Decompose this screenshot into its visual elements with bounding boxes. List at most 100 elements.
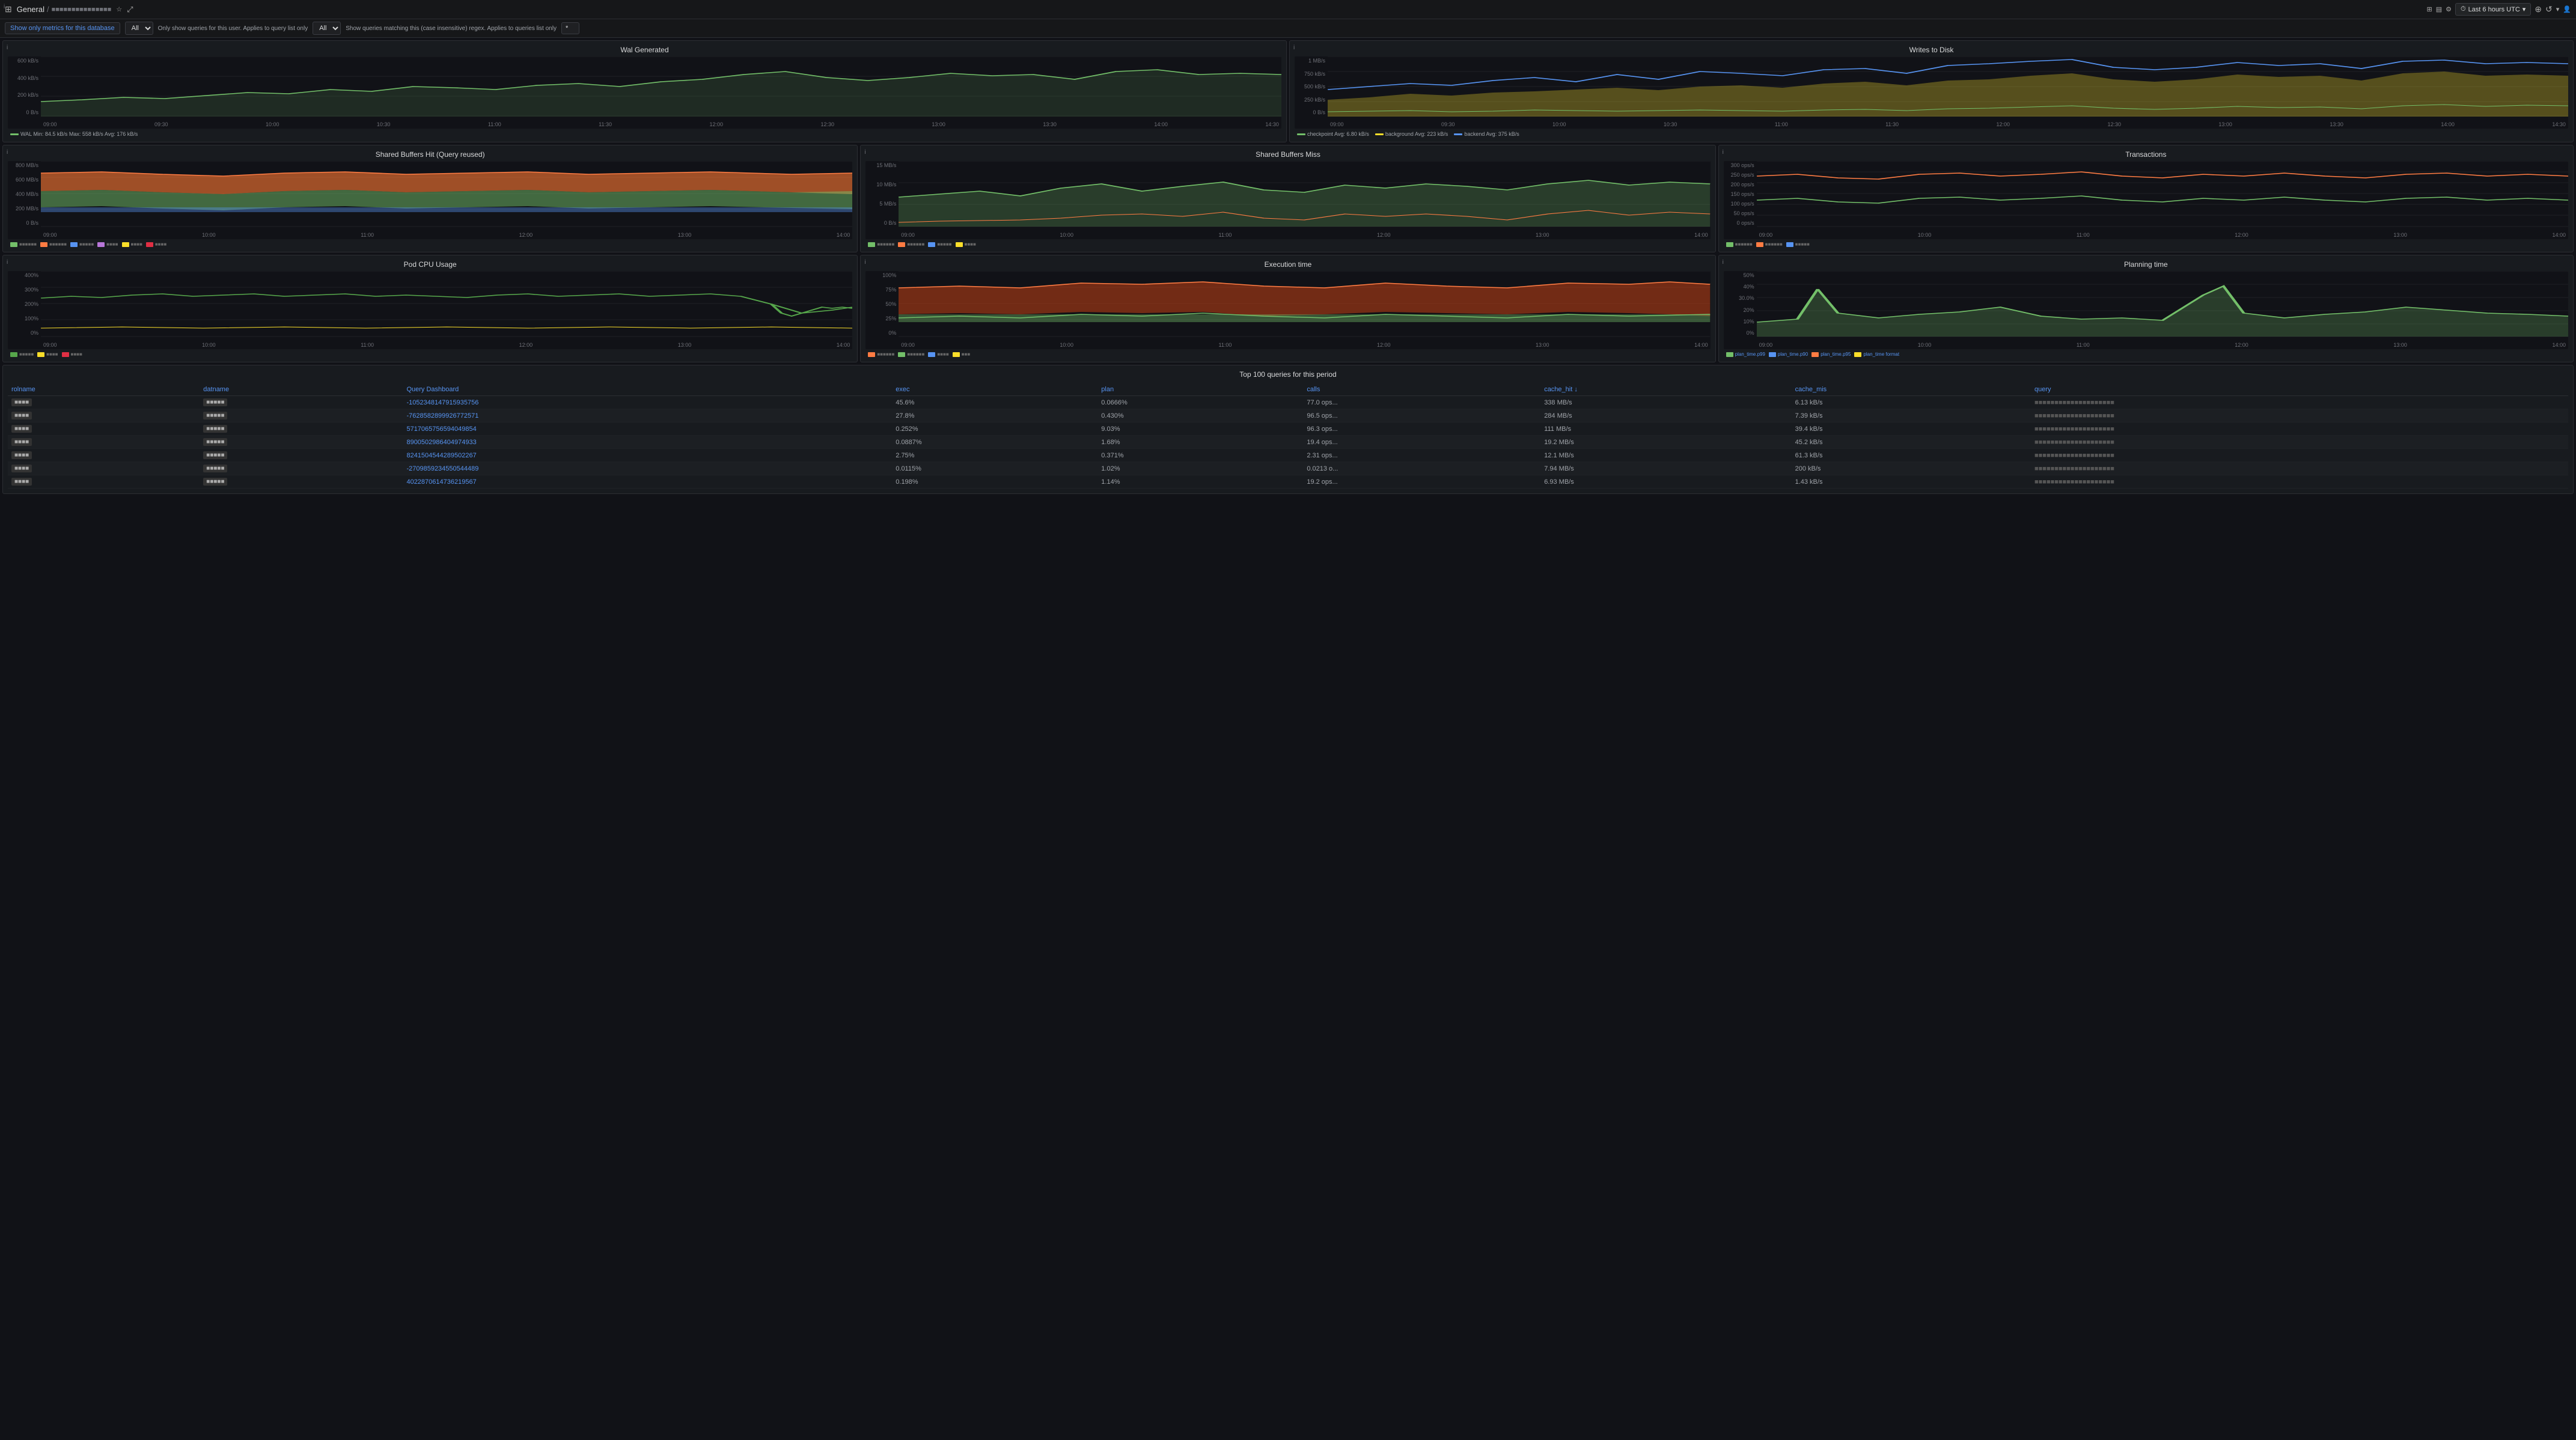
cell-rolname: ■■■■ (8, 423, 200, 436)
col-exec[interactable]: exec (892, 383, 1097, 396)
tx-y-axis: 300 ops/s 250 ops/s 200 ops/s 150 ops/s … (1724, 161, 1757, 227)
cell-exec: 2.75% (892, 449, 1097, 462)
cell-rolname: ■■■■ (8, 475, 200, 489)
sbm-x-axis: 09:0010:0011:0012:0013:0014:00 (899, 231, 1710, 239)
cell-query-id[interactable]: -1052348147915935756 (403, 396, 892, 409)
cell-datname: ■■■■■ (200, 423, 403, 436)
shared-buffers-hit-panel: i Shared Buffers Hit (Query reused) 800 … (2, 145, 858, 252)
time-range-button[interactable]: ⏱ Last 6 hours UTC ▾ (2455, 3, 2531, 16)
cell-plan: 0.371% (1097, 449, 1303, 462)
sbh-x-axis: 09:0010:0011:0012:0013:0014:00 (41, 231, 852, 239)
writes-x-axis: 09:0009:3010:0010:3011:00 11:3012:0012:3… (1328, 120, 2568, 129)
cell-exec: 0.198% (892, 475, 1097, 489)
more-icon[interactable]: ▾ (2556, 5, 2560, 13)
plan-legend: plan_time.p99 plan_time.p90 plan_time.p9… (1724, 352, 2568, 357)
exec-x-axis: 09:0010:0011:0012:0013:0014:00 (899, 341, 1710, 349)
sbm-info-icon[interactable]: i (864, 149, 865, 156)
wal-info-icon[interactable]: i (7, 44, 8, 51)
cell-cache-hit: 19.2 MB/s (1540, 436, 1791, 449)
col-cache-hit[interactable]: cache_hit ↓ (1540, 383, 1791, 396)
query-table-body: ■■■■ ■■■■■ -1052348147915935756 45.6% 0.… (8, 396, 2568, 489)
wal-generated-panel: i Wal Generated 600 kB/s 400 kB/s 200 kB… (2, 40, 1287, 142)
tx-title: Transactions (1724, 150, 2568, 159)
db-filter-button[interactable]: Show only metrics for this database (5, 22, 120, 34)
execution-time-panel: i Execution time 100% 75% 50% 25% 0% (860, 255, 1715, 362)
query-filter-label: Only show queries for this user. Applies… (158, 25, 308, 32)
cell-datname: ■■■■■ (200, 462, 403, 475)
tx-canvas (1757, 161, 2568, 227)
shared-buffers-miss-panel: i Shared Buffers Miss 15 MB/s 10 MB/s 5 … (860, 145, 1715, 252)
cell-datname: ■■■■■ (200, 436, 403, 449)
writes-info-icon[interactable]: i (1293, 44, 1295, 51)
regex-filter-input[interactable] (561, 22, 579, 34)
cell-cache-hit: 7.94 MB/s (1540, 462, 1791, 475)
table-row: ■■■■ ■■■■■ 8900502986404974933 0.0887% 1… (8, 436, 2568, 449)
cpu-title: Pod CPU Usage (8, 260, 852, 269)
writes-legend-backend: backend Avg: 375 kB/s (1454, 131, 1519, 137)
table-info-icon[interactable]: i (4, 4, 5, 10)
cell-plan: 1.68% (1097, 436, 1303, 449)
cell-calls: 96.3 ops... (1303, 423, 1540, 436)
cell-query: ■■■■■■■■■■■■■■■■■■■■ (2031, 462, 2568, 475)
wal-title: Wal Generated (8, 46, 1281, 54)
wal-x-axis: 09:0009:3010:0010:3011:00 11:3012:0012:3… (41, 120, 1281, 129)
col-cache-mis[interactable]: cache_mis (1792, 383, 2031, 396)
cell-query: ■■■■■■■■■■■■■■■■■■■■ (2031, 396, 2568, 409)
cell-datname: ■■■■■ (200, 409, 403, 423)
exec-canvas (899, 271, 1710, 337)
dashboard-settings-icon[interactable]: ⊞ (2426, 5, 2432, 13)
writes-legend-background: background Avg: 223 kB/s (1375, 131, 1448, 137)
row-3: i Pod CPU Usage 400% 300% 200% 100% 0% (2, 255, 2574, 362)
plan-canvas (1757, 271, 2568, 337)
col-datname[interactable]: datname (200, 383, 403, 396)
col-query-dashboard[interactable]: Query Dashboard (403, 383, 892, 396)
row-2: i Shared Buffers Hit (Query reused) 800 … (2, 145, 2574, 252)
table-row: ■■■■ ■■■■■ 4022870614736219567 0.198% 1.… (8, 475, 2568, 489)
cpu-canvas (41, 271, 852, 337)
zoom-icon[interactable]: ⊕ (2535, 4, 2542, 14)
refresh-icon[interactable]: ↺ (2545, 4, 2553, 14)
cpu-info-icon[interactable]: i (7, 259, 8, 266)
tx-info-icon[interactable]: i (1723, 149, 1724, 156)
writes-svg (1328, 56, 2568, 117)
cell-calls: 0.0213 o... (1303, 462, 1540, 475)
exec-chart: 100% 75% 50% 25% 0% (865, 271, 1710, 349)
col-plan[interactable]: plan (1097, 383, 1303, 396)
exec-y-axis: 100% 75% 50% 25% 0% (865, 271, 899, 337)
cell-exec: 0.0887% (892, 436, 1097, 449)
cell-query-id[interactable]: -7628582899926772571 (403, 409, 892, 423)
plan-x-axis: 09:0010:0011:0012:0013:0014:00 (1757, 341, 2568, 349)
table-row: ■■■■ ■■■■■ 8241504544289502267 2.75% 0.3… (8, 449, 2568, 462)
playlist-icon[interactable]: ▤ (2436, 5, 2442, 13)
settings-icon[interactable]: ⚙ (2446, 5, 2452, 13)
col-rolname[interactable]: rolname (8, 383, 200, 396)
cell-query-id[interactable]: -2709859234550544489 (403, 462, 892, 475)
cell-query-id[interactable]: 5717065756594049854 (403, 423, 892, 436)
clock-icon: ⏱ (2461, 5, 2466, 13)
query-table: rolname datname Query Dashboard exec pla… (8, 383, 2568, 489)
sbh-legend: ■■■■■■ ■■■■■■ ■■■■■ ■■■■ ■■■■ ■■■■ (8, 242, 852, 247)
cpu-x-axis: 09:0010:0011:0012:0013:0014:00 (41, 341, 852, 349)
cpu-legend: ■■■■■ ■■■■ ■■■■ (8, 352, 852, 357)
star-icon[interactable]: ☆ (116, 5, 122, 13)
query-filter-select[interactable]: All (313, 22, 341, 35)
breadcrumb-general[interactable]: General (17, 5, 44, 14)
plan-info-icon[interactable]: i (1723, 259, 1724, 266)
writes-legend-checkpoint: checkpoint Avg: 6.80 kB/s (1297, 131, 1369, 137)
user-icon[interactable]: 👤 (2563, 5, 2571, 13)
query-table-title: Top 100 queries for this period (8, 370, 2568, 379)
sbm-canvas (899, 161, 1710, 227)
sbh-info-icon[interactable]: i (7, 149, 8, 156)
tx-legend: ■■■■■■ ■■■■■■ ■■■■■ (1724, 242, 2568, 247)
exec-svg (899, 271, 1710, 337)
col-calls[interactable]: calls (1303, 383, 1540, 396)
exec-info-icon[interactable]: i (864, 259, 865, 266)
cell-query-id[interactable]: 8900502986404974933 (403, 436, 892, 449)
cell-query-id[interactable]: 4022870614736219567 (403, 475, 892, 489)
plan-y-axis: 50% 40% 30.0% 20% 10% 0% (1724, 271, 1757, 337)
col-query[interactable]: query (2031, 383, 2568, 396)
share-icon[interactable]: ⤢ (127, 5, 133, 14)
db-filter-select[interactable]: All (125, 22, 153, 35)
sbm-y-axis: 15 MB/s 10 MB/s 5 MB/s 0 B/s (865, 161, 899, 227)
cell-query-id[interactable]: 8241504544289502267 (403, 449, 892, 462)
